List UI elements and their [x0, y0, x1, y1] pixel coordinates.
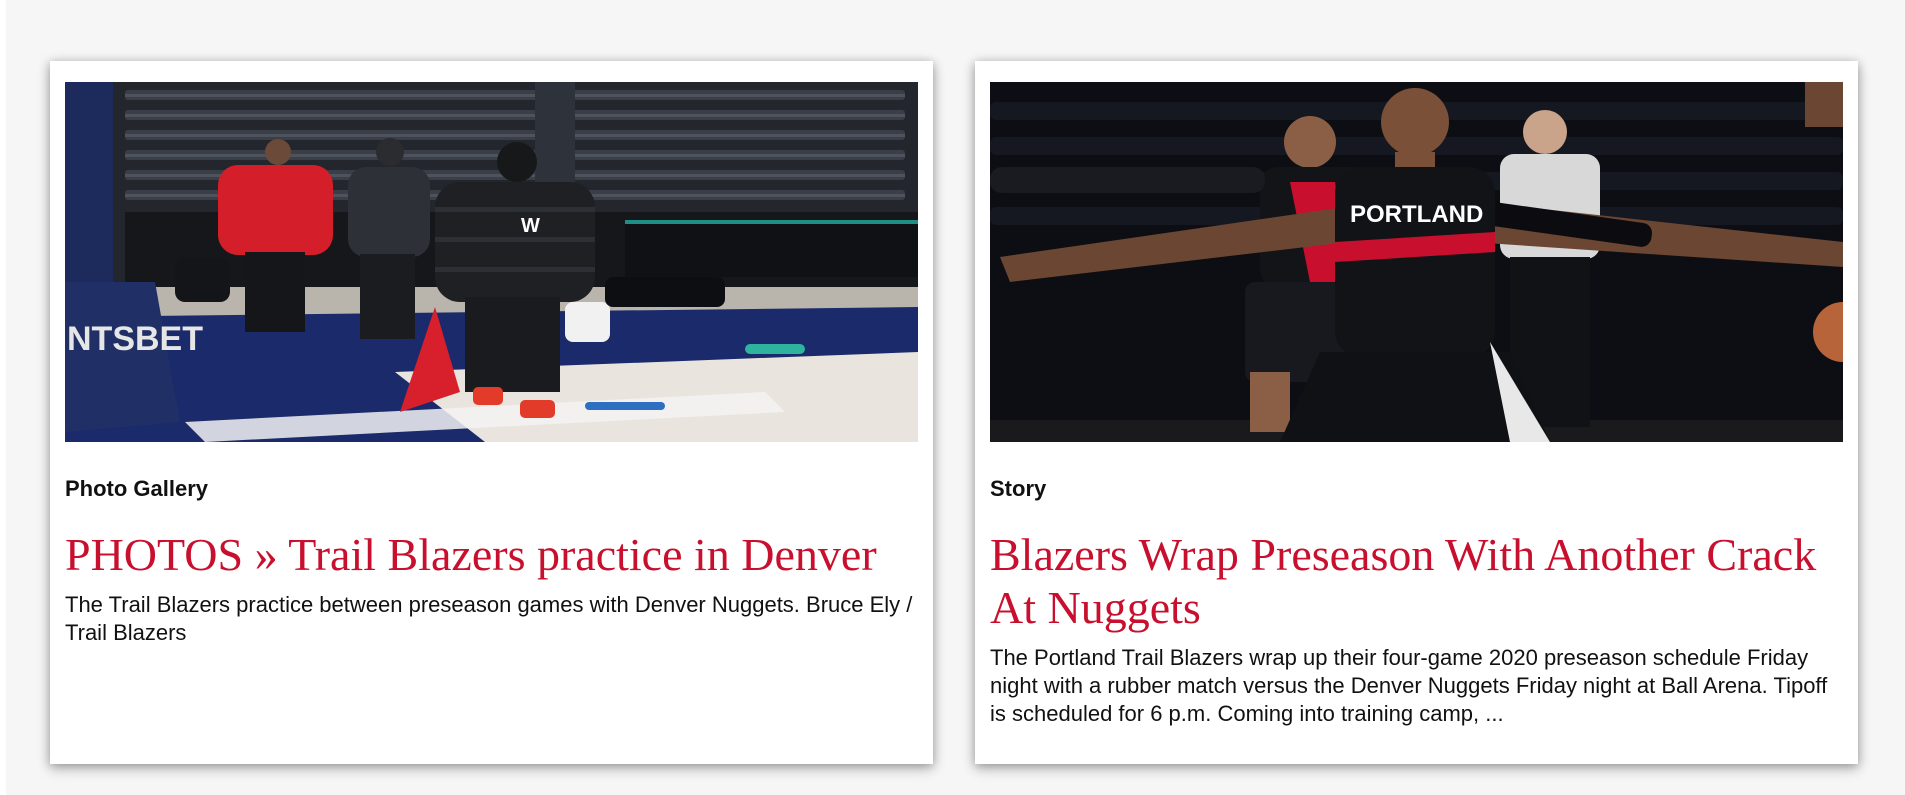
card-description: The Trail Blazers practice between prese…: [65, 592, 913, 645]
page: NTSBET W Photo Gallery PHOTOS » Trail Bl…: [0, 0, 1905, 795]
content-card-photo-gallery[interactable]: NTSBET W Photo Gallery PHOTOS » Trail Bl…: [50, 61, 933, 764]
content-card-story[interactable]: PORTLAND 0 Story Blazers Wrap Preseason …: [975, 61, 1858, 764]
card-type-label: Story: [990, 476, 1047, 501]
jersey-number: 0: [1405, 236, 1418, 263]
card-image-player-defending[interactable]: PORTLAND 0: [990, 82, 1843, 442]
card-headline-link[interactable]: Blazers Wrap Preseason With Another Crac…: [990, 528, 1843, 634]
floor-sponsor-text: NTSBET: [67, 320, 203, 358]
card-headline-link[interactable]: PHOTOS » Trail Blazers practice in Denve…: [65, 528, 918, 581]
card-description: The Portland Trail Blazers wrap up their…: [990, 645, 1828, 726]
jersey-text: PORTLAND: [1350, 201, 1483, 228]
card-image-practice-photo[interactable]: NTSBET W: [65, 82, 918, 442]
card-type-label: Photo Gallery: [65, 476, 209, 501]
left-edge-strip: [0, 0, 6, 795]
jacket-logo: W: [521, 215, 540, 237]
